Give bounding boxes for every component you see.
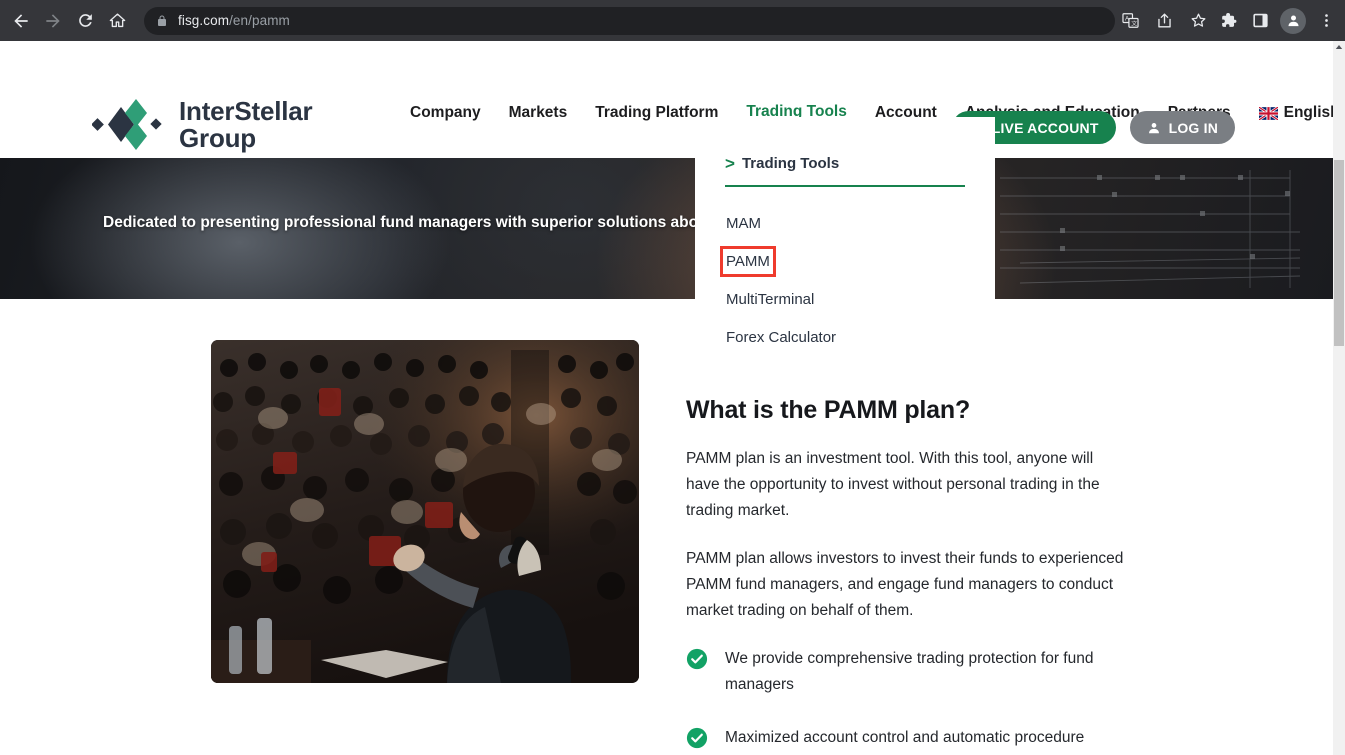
page-title: What is the PAMM plan? — [686, 396, 971, 424]
scroll-up-arrow-icon — [1335, 45, 1343, 49]
dropdown-item-forex-calculator[interactable]: Forex Calculator — [725, 327, 837, 348]
share-icon — [1157, 13, 1171, 28]
logo-text: InterStellar Group — [179, 95, 313, 153]
reload-button[interactable] — [70, 6, 100, 36]
article-column: What is the PAMM plan? PAMM plan is an i… — [686, 340, 1126, 755]
back-arrow-icon — [14, 13, 28, 28]
speaker-audience-photo — [211, 340, 639, 683]
list-item: Maximized account control and automatic … — [686, 725, 1126, 751]
dropdown-item-mam[interactable]: MAM — [725, 213, 762, 234]
live-account-label: LIVE ACCOUNT — [991, 119, 1099, 136]
page-scrollbar[interactable] — [1333, 41, 1345, 755]
logo-line-1: InterStellar — [179, 95, 313, 126]
bookmark-button[interactable] — [1183, 6, 1213, 36]
log-in-button[interactable]: LOG IN — [1129, 111, 1235, 144]
page-viewport: InterStellar Group Company Markets Tradi… — [0, 41, 1333, 755]
main-content: What is the PAMM plan? PAMM plan is an i… — [0, 340, 1333, 755]
extensions-button[interactable] — [1213, 6, 1243, 36]
chevron-right-icon: > — [725, 154, 735, 173]
dropdown-divider — [725, 185, 965, 187]
nav-item-company[interactable]: Company — [410, 104, 481, 130]
url-host: fisg.com — [178, 13, 230, 28]
scrollbar-thumb[interactable] — [1334, 160, 1344, 346]
log-in-label: LOG IN — [1168, 119, 1218, 136]
address-bar[interactable]: fisg.com/en/pamm — [144, 6, 1115, 35]
nav-item-markets[interactable]: Markets — [509, 104, 568, 130]
interstellar-logo-mark — [92, 99, 162, 150]
trading-tools-dropdown: > Trading Tools MAM PAMM MultiTerminal F… — [695, 117, 995, 381]
browser-toolbar-right — [1213, 6, 1345, 36]
profile-avatar-icon — [1288, 15, 1298, 27]
three-dot-menu-icon — [1324, 14, 1328, 27]
bookmark-star-icon — [1191, 13, 1205, 27]
list-item: We provide comprehensive trading protect… — [686, 646, 1126, 698]
green-check-circle-icon — [686, 648, 708, 670]
uk-flag-icon — [1258, 106, 1278, 120]
crowd-illustration — [211, 340, 639, 683]
dropdown-item-pamm[interactable]: PAMM — [720, 246, 776, 277]
home-button[interactable] — [102, 6, 132, 36]
hero-banner: Dedicated to presenting professional fun… — [0, 158, 1333, 299]
browser-menu-button[interactable] — [1311, 6, 1341, 36]
browser-nav-buttons — [0, 6, 132, 36]
extensions-puzzle-icon — [1221, 12, 1236, 27]
share-button[interactable] — [1149, 6, 1179, 36]
benefit-label: We provide comprehensive trading protect… — [725, 650, 1094, 693]
lock-icon — [156, 14, 168, 28]
url-text: fisg.com/en/pamm — [178, 13, 290, 28]
url-path: /en/pamm — [229, 13, 290, 28]
logo-line-2: Group — [179, 122, 256, 153]
translate-button[interactable]: A 文 — [1115, 6, 1145, 36]
scroll-up-button[interactable] — [1333, 41, 1345, 53]
side-panel-icon — [1252, 13, 1268, 28]
site-header: InterStellar Group Company Markets Tradi… — [0, 41, 1333, 158]
paragraph-2: PAMM plan allows investors to invest the… — [686, 550, 1124, 619]
green-check-circle-icon — [686, 727, 708, 749]
dropdown-header[interactable]: > Trading Tools — [725, 155, 965, 172]
browser-chrome: fisg.com/en/pamm A 文 — [0, 0, 1345, 41]
language-label: English — [1283, 104, 1333, 121]
site-logo[interactable]: InterStellar Group — [92, 95, 313, 153]
person-icon — [1148, 122, 1159, 133]
dropdown-item-multiterminal[interactable]: MultiTerminal — [725, 289, 815, 310]
reload-icon — [78, 14, 92, 27]
benefits-list: We provide comprehensive trading protect… — [686, 646, 1126, 755]
forward-button[interactable] — [38, 6, 68, 36]
omnibox-actions: A 文 — [1115, 6, 1213, 36]
forward-arrow-icon — [46, 13, 60, 28]
dropdown-items: MAM PAMM MultiTerminal Forex Calculator — [720, 213, 965, 348]
side-panel-button[interactable] — [1245, 6, 1275, 36]
home-icon — [109, 13, 125, 28]
language-selector[interactable]: English — [1258, 104, 1333, 130]
profile-button[interactable] — [1280, 7, 1306, 34]
translate-icon: A 文 — [1121, 13, 1139, 28]
benefit-label: Maximized account control and automatic … — [725, 729, 1085, 746]
back-button[interactable] — [6, 6, 36, 36]
dropdown-title: Trading Tools — [741, 155, 840, 172]
paragraph-1: PAMM plan is an investment tool. With th… — [686, 450, 1100, 519]
